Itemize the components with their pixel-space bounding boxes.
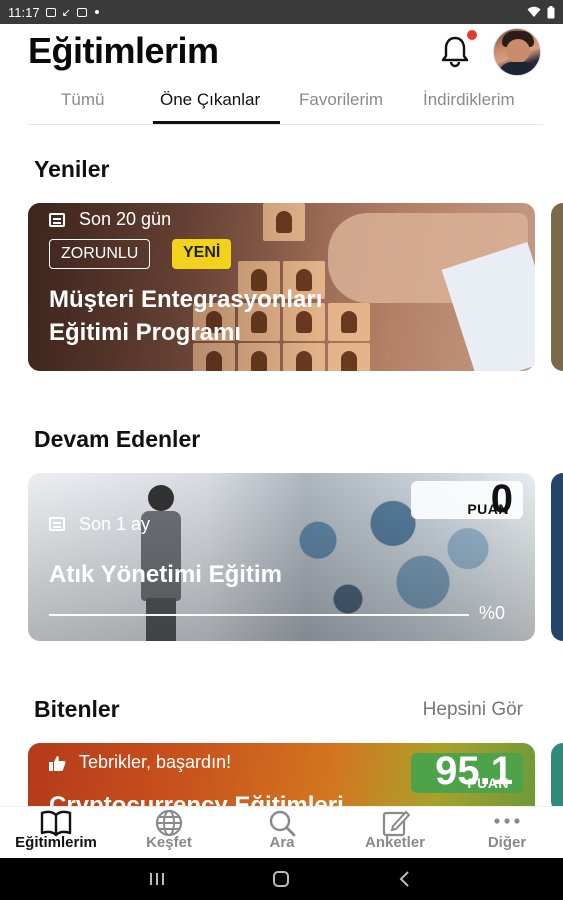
wifi-icon [527, 6, 541, 17]
back-icon[interactable] [396, 870, 414, 888]
score-badge: 0 PUAN [411, 477, 523, 521]
tab-bar: Tümü Öne Çıkanlar Favorilerim İndirdikle… [0, 84, 563, 124]
nav-more[interactable]: Diğer [457, 807, 557, 859]
tab-all[interactable]: Tümü [61, 90, 104, 110]
system-navigation-bar [0, 858, 563, 900]
tag-mandatory: ZORUNLU [49, 239, 151, 269]
next-card-peek[interactable] [551, 473, 563, 641]
status-time: 11:17 [8, 4, 40, 20]
status-bar: 11:17 ↙ [0, 0, 563, 24]
battery-icon [547, 5, 555, 18]
more-icon [494, 818, 520, 824]
page-title: Eğitimlerim [28, 30, 219, 71]
score-unit: PUAN [467, 775, 509, 791]
nav-search[interactable]: Ara [232, 807, 332, 859]
nav-label: Keşfet [146, 834, 192, 851]
app-header: Eğitimlerim [0, 24, 563, 82]
course-title-line2: Eğitimi Programı [49, 319, 242, 346]
tab-featured[interactable]: Öne Çıkanlar [160, 90, 260, 110]
progress-bar [49, 614, 469, 616]
course-card-continuing[interactable]: 0 PUAN Son 1 ay Atık Yönetimi Eğitim %0 [28, 473, 535, 641]
image-notification-icon [45, 7, 56, 17]
next-card-peek[interactable] [551, 203, 563, 371]
course-date: Son 1 ay [79, 514, 151, 534]
tag-new: YENİ [172, 239, 232, 269]
section-title-finished: Bitenler [34, 696, 120, 722]
score-badge: 95.1 PUAN [411, 749, 523, 793]
book-icon [40, 810, 72, 837]
course-date: Son 20 gün [79, 209, 172, 229]
nav-discover[interactable]: Keşfet [119, 807, 219, 859]
nav-label: Diğer [487, 834, 527, 851]
globe-icon [155, 809, 183, 837]
bottom-navigation: Eğitimlerim Keşfet Ara Anketler Diğer [0, 806, 563, 858]
notification-dot [467, 30, 477, 40]
section-title-new: Yeniler [34, 156, 110, 182]
search-icon [269, 810, 296, 837]
edit-icon [382, 810, 411, 837]
nav-surveys[interactable]: Anketler [345, 807, 445, 859]
see-all-link[interactable]: Hepsini Gör [423, 699, 523, 721]
avatar[interactable] [493, 28, 541, 76]
bell-icon[interactable] [440, 34, 470, 68]
course-title-line1: Müşteri Entegrasyonları [49, 286, 323, 313]
thumbs-up-icon [49, 756, 66, 771]
more-notifications-icon [94, 10, 99, 14]
nav-label: Anketler [364, 834, 426, 851]
nav-my-trainings[interactable]: Eğitimlerim [6, 807, 106, 859]
course-card-new[interactable]: Son 20 gün ZORUNLU YENİ Müşteri Entegras… [28, 203, 535, 371]
section-title-continuing: Devam Edenler [34, 426, 201, 452]
recent-apps-icon[interactable] [148, 870, 166, 888]
tab-downloads[interactable]: İndirdiklerim [423, 90, 515, 110]
next-card-peek[interactable] [551, 743, 563, 813]
congrats-message: Tebrikler, başardın! [79, 752, 232, 772]
missed-call-icon: ↙ [61, 6, 71, 19]
progress-percent: %0 [479, 603, 506, 623]
tab-favorites[interactable]: Favorilerim [299, 90, 383, 110]
divider [28, 124, 543, 125]
score-unit: PUAN [467, 501, 509, 517]
calendar-icon [49, 517, 65, 531]
message-icon [76, 7, 87, 17]
nav-label: Ara [269, 834, 295, 851]
course-card-finished[interactable]: Tebrikler, başardın! 95.1 PUAN Cryptocur… [28, 743, 535, 813]
home-icon[interactable] [272, 870, 290, 888]
nav-label: Eğitimlerim [15, 834, 97, 851]
course-title: Atık Yönetimi Eğitim [49, 561, 282, 588]
calendar-icon [49, 213, 65, 227]
